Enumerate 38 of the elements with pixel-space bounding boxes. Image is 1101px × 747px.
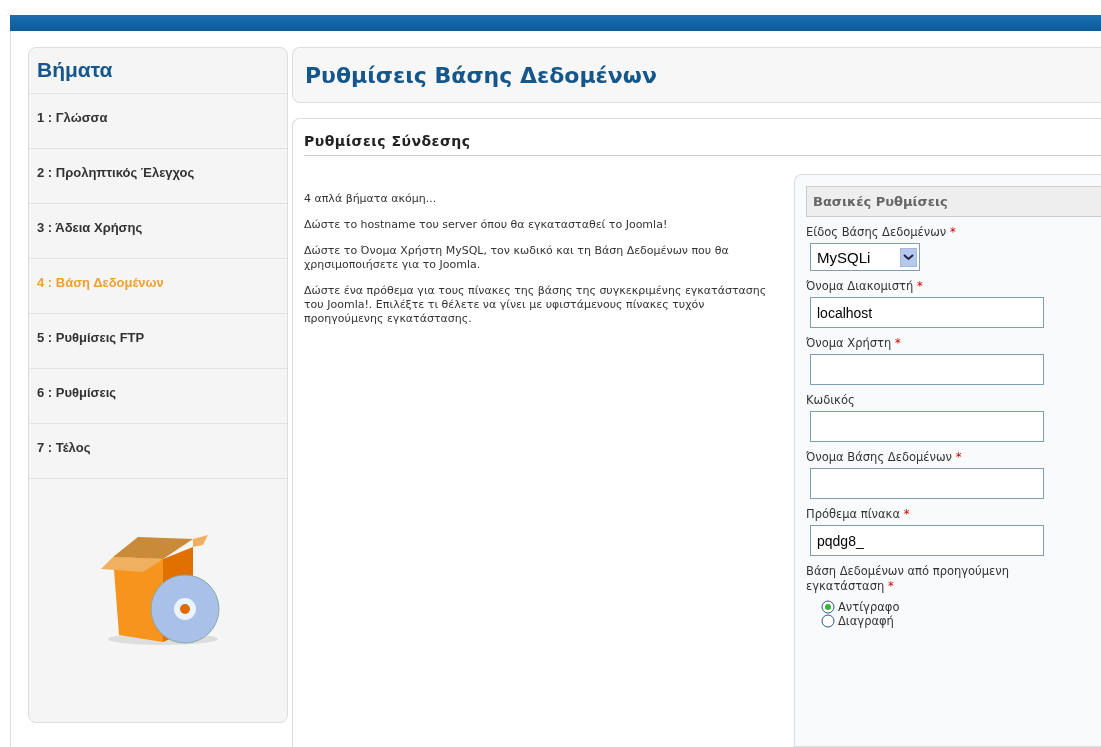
radio-button[interactable] bbox=[821, 614, 835, 628]
input-field[interactable]: pqdg8_ bbox=[810, 525, 1044, 556]
form-title: Βασικές Ρυθμίσεις bbox=[806, 186, 1101, 217]
input-field[interactable] bbox=[810, 468, 1044, 499]
field-label: Πρόθεμα πίνακα * bbox=[806, 507, 911, 522]
step-item[interactable]: 1 : Γλώσσα bbox=[29, 94, 287, 149]
required-asterisk: * bbox=[949, 225, 956, 239]
required-asterisk: * bbox=[895, 336, 901, 350]
instruction-text: Δώστε το hostname του server όπου θα εγκατασταθεί το Joomla! bbox=[304, 218, 669, 232]
field-label: Όνομα Διακομιστή * bbox=[806, 279, 924, 294]
step-item[interactable]: 3 : Άδεια Χρήσης bbox=[29, 204, 287, 259]
input-field[interactable]: localhost bbox=[810, 297, 1044, 328]
input-field[interactable] bbox=[810, 354, 1044, 385]
instruction-text: Δώστε το Όνομα Χρήστη MySQL, τον κωδικό και τη Βάση Δεδομένων που θα χρησιμοποιήσετε για το Joomla. bbox=[304, 244, 730, 272]
input-field[interactable] bbox=[810, 411, 1044, 442]
instruction-text: Δώστε ένα πρόθεμα για τους πίνακες της βάσης της συγκεκριμένης εγκατάστασης του Joomla!. Επιλέξτε τι θέλετε να γίνει με υφιστάμενους πίνακες τυχόν προηγούμενης εγκατάστασης. bbox=[304, 284, 768, 326]
sidebar-title: Βήματα bbox=[29, 48, 287, 94]
instruction-text: 4 απλά βήματα ακόμη... bbox=[304, 192, 438, 206]
field-label: Κωδικός bbox=[806, 393, 856, 408]
database-type-dropdown[interactable]: MySQLi bbox=[810, 243, 920, 271]
radio-button[interactable] bbox=[821, 600, 835, 614]
required-asterisk: * bbox=[887, 579, 894, 593]
step-item[interactable]: 5 : Ρυθμίσεις FTP bbox=[29, 314, 287, 369]
dropdown-arrow-icon bbox=[900, 247, 917, 267]
radio-option[interactable]: Αντίγραφο bbox=[821, 600, 1101, 614]
field-label: Όνομα Χρήστη * bbox=[806, 336, 902, 351]
required-asterisk: * bbox=[903, 507, 910, 521]
step-item[interactable]: 6 : Ρυθμίσεις bbox=[29, 369, 287, 424]
section-title: Ρυθμίσεις Σύνδεσης bbox=[304, 131, 1101, 156]
step-item[interactable]: 2 : Προληπτικός Έλεγχος bbox=[29, 149, 287, 204]
required-asterisk: * bbox=[916, 279, 923, 293]
required-asterisk: * bbox=[955, 450, 962, 464]
field-label: Βάση Δεδομένων από προηγούμενη εγκατάσταση * bbox=[806, 564, 1010, 594]
step-item[interactable]: 7 : Τέλος bbox=[29, 424, 287, 479]
page-title: Ρυθμίσεις Βάσης Δεδομένων bbox=[305, 62, 657, 88]
radio-option[interactable]: Διαγραφή bbox=[821, 614, 1101, 628]
field-label: Είδος Βάσης Δεδομένων * bbox=[806, 225, 957, 240]
field-label: Όνομα Βάσης Δεδομένων * bbox=[806, 450, 963, 465]
